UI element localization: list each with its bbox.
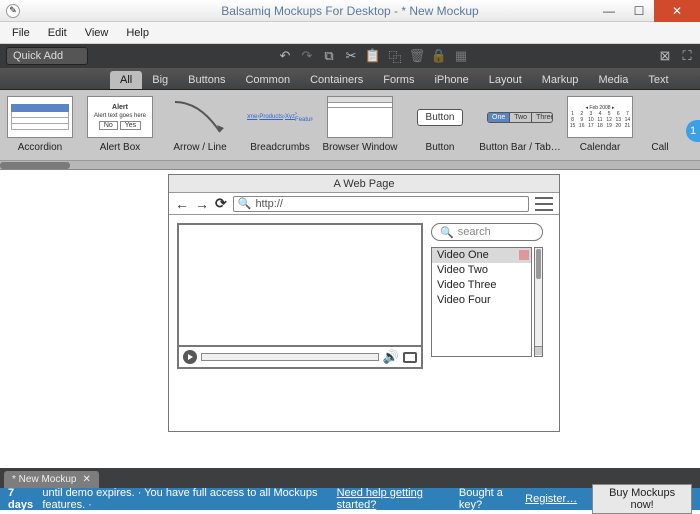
volume-icon[interactable]: 🔊	[383, 349, 399, 365]
delete-icon[interactable]: 🗑	[410, 49, 424, 63]
toolbar: Quick Add ↶ ↷ ⧉ ✂ 📋 ⿻ 🗑 🔒 ▦ ⊠ ⛶	[0, 44, 700, 68]
reload-icon[interactable]: ⟳	[215, 195, 227, 212]
url-field[interactable]: 🔍http://	[233, 196, 529, 212]
cut-icon[interactable]: ✂	[344, 49, 358, 63]
list-item[interactable]: Video One	[432, 248, 531, 263]
tab-buttons[interactable]: Buttons	[178, 71, 235, 89]
list-item[interactable]: Video Three	[432, 278, 531, 293]
library-scrollbar[interactable]	[0, 160, 700, 169]
fullscreen-icon[interactable]: ⛶	[680, 49, 694, 63]
lib-alertbox[interactable]: AlertAlert text goes hereNoYesAlert Box	[80, 90, 160, 169]
minimize-button[interactable]: —	[594, 0, 624, 22]
status-bar: 7 days until demo expires. · You have fu…	[0, 488, 700, 510]
video-area	[177, 223, 423, 347]
video-list[interactable]: Video One Video Two Video Three Video Fo…	[431, 247, 532, 357]
browser-mockup[interactable]: A Web Page ← → ⟳ 🔍http:// 🔊 🔍search	[168, 174, 560, 432]
tab-media[interactable]: Media	[588, 71, 638, 89]
tab-common[interactable]: Common	[235, 71, 300, 89]
tab-text[interactable]: Text	[638, 71, 678, 89]
video-player[interactable]: 🔊	[177, 223, 423, 369]
quick-add-input[interactable]: Quick Add	[6, 47, 88, 65]
tab-layout[interactable]: Layout	[479, 71, 532, 89]
menu-edit[interactable]: Edit	[40, 25, 75, 41]
menu-file[interactable]: File	[4, 25, 38, 41]
redo-icon[interactable]: ↷	[300, 49, 314, 63]
group-icon[interactable]: ▦	[454, 49, 468, 63]
mock-title: A Web Page	[169, 175, 559, 193]
menu-help[interactable]: Help	[118, 25, 157, 41]
notification-badge[interactable]: 1	[686, 120, 700, 142]
help-link[interactable]: Need help getting started?	[337, 487, 451, 511]
maximize-button[interactable]: ☐	[624, 0, 654, 22]
duplicate-icon[interactable]: ⿻	[388, 49, 402, 63]
list-scrollbar[interactable]	[534, 247, 543, 357]
lib-buttonbar[interactable]: OneTwoThreeButton Bar / Tab…	[480, 90, 560, 169]
lib-button[interactable]: ButtonButton	[400, 90, 480, 169]
hamburger-icon[interactable]	[535, 197, 553, 211]
tab-all[interactable]: All	[110, 71, 142, 89]
lock-icon[interactable]: 🔒	[432, 49, 446, 63]
lib-arrow[interactable]: Arrow / Line	[160, 90, 240, 169]
list-item[interactable]: Video Two	[432, 263, 531, 278]
lib-browser[interactable]: Browser Window	[320, 90, 400, 169]
library-panel: Accordion AlertAlert text goes hereNoYes…	[0, 90, 700, 170]
play-icon[interactable]	[183, 350, 197, 364]
tab-big[interactable]: Big	[142, 71, 178, 89]
back-icon[interactable]: ←	[175, 196, 189, 212]
list-item[interactable]: Video Four	[432, 293, 531, 308]
app-icon: ✎	[6, 4, 20, 18]
lib-callout[interactable]: Call	[640, 90, 680, 169]
tab-iphone[interactable]: iPhone	[424, 71, 478, 89]
canvas[interactable]: A Web Page ← → ⟳ 🔍http:// 🔊 🔍search	[0, 170, 700, 468]
search-icon: 🔍	[440, 226, 454, 239]
progress-bar[interactable]	[201, 353, 379, 361]
title-bar: ✎ Balsamiq Mockups For Desktop - * New M…	[0, 0, 700, 22]
tab-forms[interactable]: Forms	[373, 71, 424, 89]
search-icon: 🔍	[238, 197, 252, 210]
copy-icon[interactable]: ⧉	[322, 49, 336, 63]
undo-icon[interactable]: ↶	[278, 49, 292, 63]
lib-accordion[interactable]: Accordion	[0, 90, 80, 169]
close-tab-icon[interactable]: ✕	[82, 474, 90, 485]
mock-navbar: ← → ⟳ 🔍http://	[169, 193, 559, 215]
tab-containers[interactable]: Containers	[300, 71, 373, 89]
fullscreen-icon[interactable]	[403, 352, 417, 363]
register-link[interactable]: Register…	[525, 493, 577, 505]
paste-icon[interactable]: 📋	[366, 49, 380, 63]
close-button[interactable]: ✕	[654, 0, 700, 22]
document-tab[interactable]: * New Mockup ✕	[4, 471, 99, 488]
library-tabs: All Big Buttons Common Containers Forms …	[0, 68, 700, 90]
menu-bar: File Edit View Help	[0, 22, 700, 44]
menu-view[interactable]: View	[77, 25, 117, 41]
player-controls: 🔊	[177, 347, 423, 369]
trial-days: 7 days	[8, 487, 38, 511]
lib-breadcrumbs[interactable]: Home › Products › Xyz › FeaturesBreadcru…	[240, 90, 320, 169]
close-panel-icon[interactable]: ⊠	[658, 49, 672, 63]
forward-icon[interactable]: →	[195, 196, 209, 212]
tab-markup[interactable]: Markup	[532, 71, 589, 89]
search-field[interactable]: 🔍search	[431, 223, 543, 241]
